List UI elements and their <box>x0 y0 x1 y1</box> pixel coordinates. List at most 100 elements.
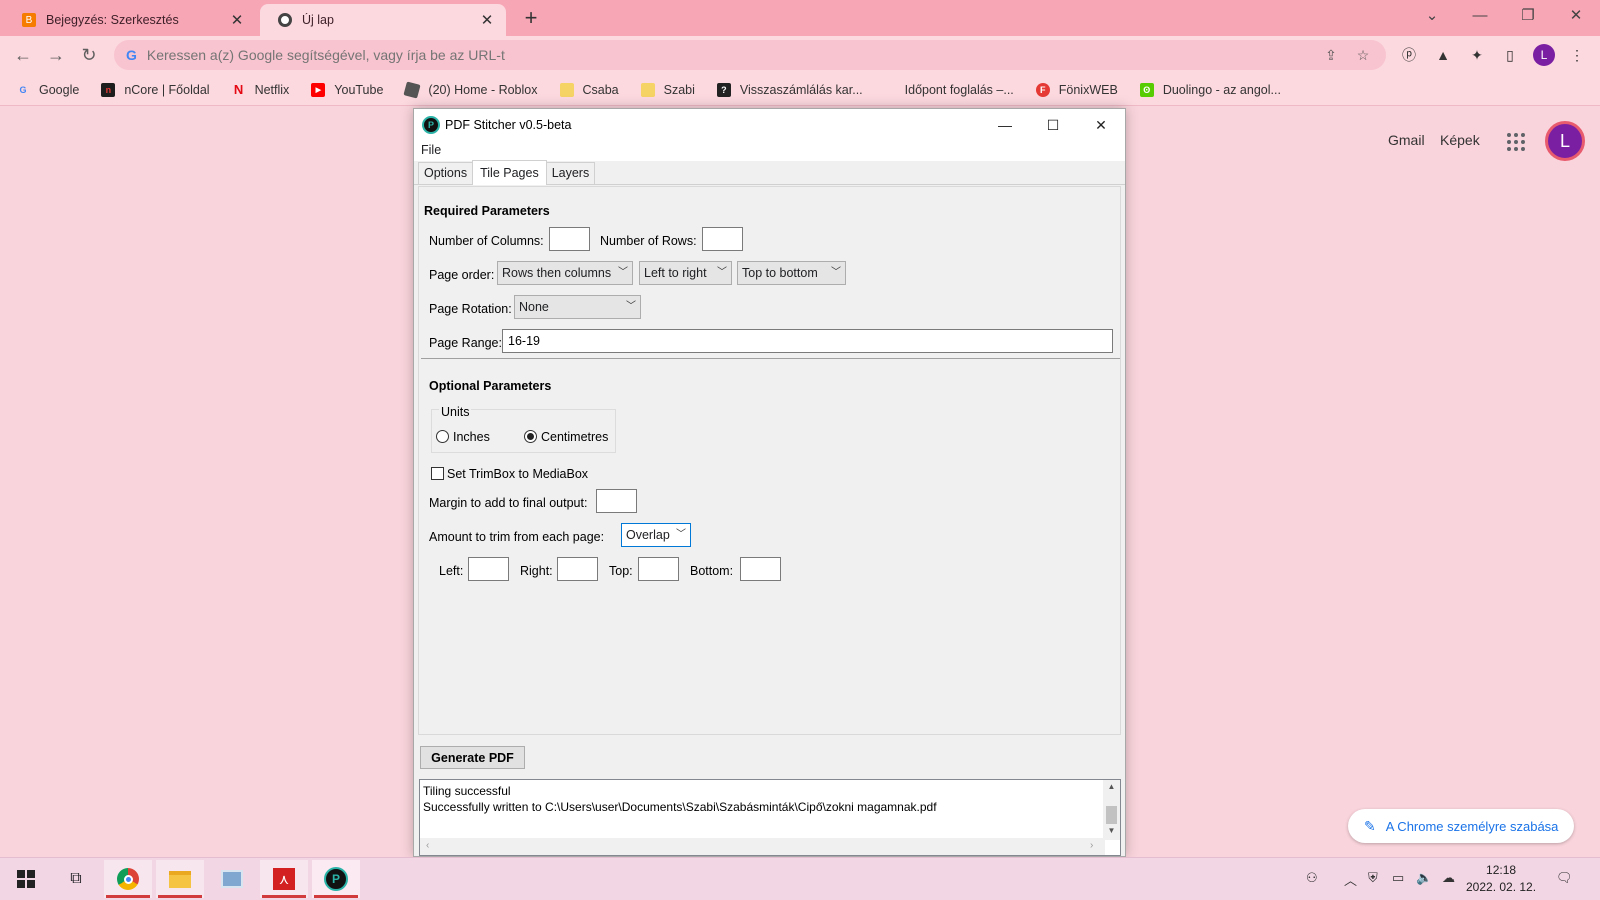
omnibox[interactable]: G ⇪ ☆ <box>114 40 1386 70</box>
horizontal-order-select[interactable]: Left to right ﹀ <box>639 261 732 285</box>
page-range-input[interactable] <box>502 329 1113 353</box>
tab-search-icon[interactable]: ⌄ <box>1408 0 1456 32</box>
start-button[interactable] <box>2 860 50 898</box>
scroll-right-icon[interactable]: › <box>1090 840 1093 851</box>
taskbar-chrome[interactable] <box>104 860 152 898</box>
bookmark-google[interactable]: G Google <box>16 83 79 97</box>
scroll-left-icon[interactable]: ‹ <box>426 840 429 851</box>
units-label: Units <box>439 405 472 419</box>
bookmark-label: Csaba <box>582 82 619 97</box>
extensions-icon[interactable]: ✦ <box>1466 44 1488 66</box>
side-panel-icon[interactable]: ▯ <box>1499 44 1521 66</box>
duolingo-icon: ʘ <box>1139 82 1154 97</box>
bookmark-label: YouTube <box>334 82 384 97</box>
trim-top-input[interactable] <box>638 557 679 581</box>
bookmark-fonixweb[interactable]: F FönixWEB <box>1035 82 1118 97</box>
close-button[interactable]: ✕ <box>1077 117 1125 134</box>
omnibox-input[interactable] <box>146 47 1310 63</box>
onedrive-icon[interactable]: ☁ <box>1442 870 1455 886</box>
generate-pdf-button[interactable]: Generate PDF <box>420 746 525 769</box>
vertical-order-value: Top to bottom <box>742 266 818 280</box>
more-menu-icon[interactable]: ⋮ <box>1566 44 1588 66</box>
rotation-select[interactable]: None ﹀ <box>514 295 641 319</box>
trimbox-checkbox[interactable] <box>431 467 444 480</box>
vertical-scrollbar[interactable]: ▲ ▼ <box>1103 780 1120 840</box>
bookmark-folder-csaba[interactable]: Csaba <box>559 82 619 97</box>
account-avatar[interactable]: L <box>1545 121 1585 161</box>
scroll-thumb[interactable] <box>1106 806 1117 824</box>
notifications-icon[interactable]: 🗨 <box>1556 870 1573 886</box>
bookmark-folder-szabi[interactable]: Szabi <box>640 82 695 97</box>
bookmark-netflix[interactable]: N Netflix <box>232 82 289 97</box>
customize-chrome-button[interactable]: ✎ A Chrome személyre szabása <box>1348 809 1575 843</box>
restore-button[interactable]: ❐ <box>1504 0 1552 32</box>
rows-input[interactable] <box>702 227 743 251</box>
margin-input[interactable] <box>596 489 637 513</box>
pinterest-icon[interactable]: ⓟ <box>1398 44 1420 66</box>
close-icon[interactable]: ✕ <box>478 11 496 29</box>
minimize-button[interactable]: — <box>1456 0 1504 32</box>
profile-avatar[interactable]: L <box>1533 44 1555 66</box>
page-order-select[interactable]: Rows then columns ﹀ <box>497 261 633 285</box>
scroll-down-icon[interactable]: ▼ <box>1103 826 1120 835</box>
maximize-button[interactable]: ☐ <box>1029 117 1077 134</box>
tab-layers[interactable]: Layers <box>545 162 596 184</box>
trim-mode-select[interactable]: Overlap ﹀ <box>621 523 691 547</box>
bookmark-countdown[interactable]: ? Visszaszámlálás kar... <box>716 82 863 97</box>
columns-input[interactable] <box>549 227 590 251</box>
gmail-link[interactable]: Gmail <box>1388 132 1425 148</box>
trim-right-input[interactable] <box>557 557 598 581</box>
optional-parameters-header: Optional Parameters <box>429 379 552 393</box>
reload-button[interactable]: ↻ <box>76 42 102 68</box>
taskbar-clock[interactable]: 12:18 2022. 02. 12. <box>1466 862 1536 896</box>
tab-title: Új lap <box>302 13 334 27</box>
minimize-button[interactable]: — <box>981 117 1029 133</box>
menu-file[interactable]: File <box>421 143 441 157</box>
close-icon[interactable]: ✕ <box>228 11 246 29</box>
centimetres-radio[interactable] <box>524 430 537 443</box>
chevron-up-icon[interactable]: ︿ <box>1344 870 1357 889</box>
security-icon[interactable]: ⛨ <box>1368 870 1378 886</box>
task-view-icon: ⧉ <box>70 870 82 887</box>
clock-date: 2022. 02. 12. <box>1466 880 1537 894</box>
share-icon[interactable]: ⇪ <box>1320 47 1342 64</box>
browser-tab-new[interactable]: Új lap ✕ <box>260 4 506 36</box>
tab-options[interactable]: Options <box>418 162 474 184</box>
drive-icon[interactable]: ▲ <box>1432 44 1454 66</box>
people-icon[interactable]: ⚇ <box>1306 870 1318 886</box>
tile-pages-panel: Required Parameters Number of Columns: N… <box>418 186 1121 735</box>
taskbar-acrobat[interactable]: ⋏ <box>260 860 308 898</box>
log-output[interactable]: Tiling successful Successfully written t… <box>419 779 1121 856</box>
google-apps-icon[interactable] <box>1504 130 1528 154</box>
google-icon: G <box>126 47 137 63</box>
inches-radio[interactable] <box>436 430 449 443</box>
close-window-button[interactable]: ✕ <box>1552 0 1600 32</box>
bookmark-duolingo[interactable]: ʘ Duolingo - az angol... <box>1139 82 1281 97</box>
blogger-icon: B <box>22 13 36 27</box>
window-title: PDF Stitcher v0.5-beta <box>445 118 572 132</box>
horizontal-scrollbar[interactable]: ‹ › <box>420 838 1105 855</box>
bookmark-ncore[interactable]: n nCore | Főoldal <box>101 82 210 97</box>
volume-muted-icon[interactable]: 🔈 <box>1416 870 1432 886</box>
taskbar-pdf-stitcher[interactable]: P <box>312 860 360 898</box>
inches-label: Inches <box>453 430 490 444</box>
task-view-button[interactable]: ⧉ <box>52 860 100 898</box>
images-link[interactable]: Képek <box>1440 132 1480 148</box>
log-line: Tiling successful <box>423 784 511 798</box>
scroll-up-icon[interactable]: ▲ <box>1103 782 1120 791</box>
bookmark-star-icon[interactable]: ☆ <box>1352 47 1374 64</box>
browser-tab-blogger[interactable]: B Bejegyzés: Szerkesztés ✕ <box>4 4 256 36</box>
taskbar-file-explorer[interactable] <box>156 860 204 898</box>
forward-button[interactable]: → <box>43 42 69 68</box>
bookmark-appointment[interactable]: Időpont foglalás –... <box>905 83 1014 97</box>
tab-tile-pages[interactable]: Tile Pages <box>472 160 547 185</box>
taskbar-app[interactable] <box>208 860 256 898</box>
bookmark-youtube[interactable]: ▶ YouTube <box>311 82 384 97</box>
trim-bottom-input[interactable] <box>740 557 781 581</box>
trim-left-input[interactable] <box>468 557 509 581</box>
new-tab-button[interactable]: + <box>518 6 544 32</box>
network-icon[interactable]: ▭ <box>1392 870 1404 886</box>
bookmark-roblox[interactable]: (20) Home - Roblox <box>403 80 538 99</box>
vertical-order-select[interactable]: Top to bottom ﹀ <box>737 261 846 285</box>
back-button[interactable]: ← <box>10 42 36 68</box>
